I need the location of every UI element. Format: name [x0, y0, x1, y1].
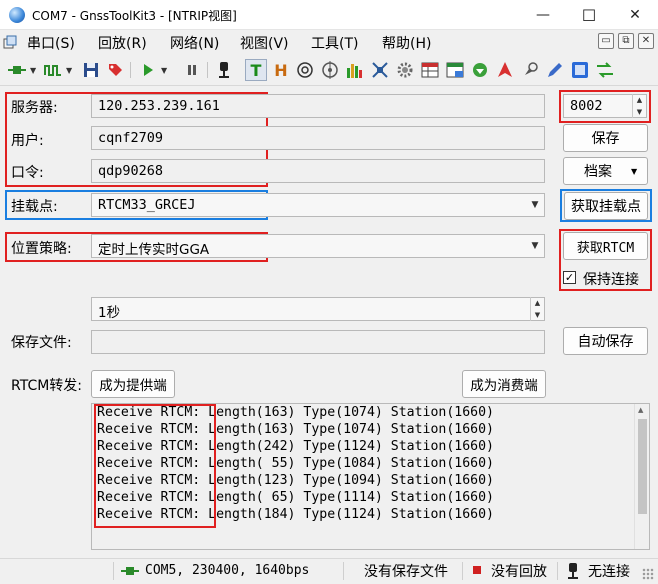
- highlight-receive-rtcm: [94, 404, 216, 528]
- mdi-close-button[interactable]: ✕: [638, 33, 654, 49]
- user-label: 用户:: [11, 133, 44, 149]
- tag-icon[interactable]: [104, 59, 126, 81]
- port-value: 8002: [570, 98, 603, 114]
- grid-icon[interactable]: [444, 59, 466, 81]
- status-connection: 无连接: [588, 564, 630, 580]
- swap-icon[interactable]: [594, 59, 616, 81]
- status-playback: 没有回放: [491, 564, 547, 580]
- menu-serial[interactable]: 串口(S): [27, 33, 75, 53]
- status-separator: [557, 562, 558, 580]
- archive-button-label: 档案: [584, 164, 612, 180]
- spin-up-icon[interactable]: ▲: [633, 94, 646, 106]
- satellite-icon[interactable]: [369, 59, 391, 81]
- get-rtcm-button[interactable]: 获取RTCM: [563, 232, 648, 260]
- menu-help[interactable]: 帮助(H): [382, 33, 431, 53]
- interval-input[interactable]: 1秒: [91, 297, 545, 321]
- status-separator: [113, 562, 114, 580]
- serial-connect-icon: [121, 564, 139, 582]
- server-input[interactable]: 120.253.239.161: [91, 94, 545, 118]
- chevron-down-icon[interactable]: ▼: [30, 66, 36, 75]
- chevron-down-icon[interactable]: ▼: [161, 66, 167, 75]
- arrow-up-icon[interactable]: [494, 59, 516, 81]
- keep-connection-label[interactable]: 保持连接: [583, 269, 639, 289]
- target-icon[interactable]: [294, 59, 316, 81]
- serial-connect-icon[interactable]: [6, 59, 28, 81]
- menu-playback[interactable]: 回放(R): [98, 33, 147, 53]
- antenna-icon[interactable]: [213, 59, 235, 81]
- password-input[interactable]: qdp90268: [91, 159, 545, 183]
- interval-value: 1秒: [98, 305, 121, 321]
- pen-icon[interactable]: [544, 59, 566, 81]
- signal-icon[interactable]: [42, 59, 64, 81]
- archive-button[interactable]: 档案 ▼: [563, 157, 648, 185]
- status-save: 没有保存文件: [364, 564, 448, 580]
- save-file-input[interactable]: [91, 330, 545, 354]
- h-icon[interactable]: H: [270, 59, 292, 81]
- download-icon[interactable]: [469, 59, 491, 81]
- target2-icon[interactable]: [319, 59, 341, 81]
- close-button[interactable]: ✕: [612, 0, 658, 30]
- become-consumer-button[interactable]: 成为消费端: [462, 370, 546, 398]
- position-select[interactable]: 定时上传实时GGA: [91, 234, 545, 258]
- minimize-button[interactable]: —: [520, 0, 566, 30]
- bar-chart-icon[interactable]: [344, 59, 366, 81]
- status-separator: [343, 562, 344, 580]
- mountpoint-select[interactable]: RTCM33_GRCEJ: [91, 193, 545, 217]
- status-bar: [0, 558, 658, 584]
- menu-tools[interactable]: 工具(T): [311, 33, 358, 53]
- rtcm-forward-label: RTCM转发:: [11, 378, 83, 394]
- position-label: 位置策略:: [11, 241, 72, 257]
- maximize-button[interactable]: ☐: [566, 0, 612, 30]
- chevron-down-icon[interactable]: ▼: [528, 200, 542, 210]
- auto-save-button[interactable]: 自动保存: [563, 327, 648, 355]
- port-spinner[interactable]: ▲ ▼: [632, 94, 646, 118]
- mountpoint-value: RTCM33_GRCEJ: [98, 197, 196, 213]
- save-icon[interactable]: [80, 59, 102, 81]
- window-title: COM7 - GnssToolKit3 - [NTRIP视图]: [32, 9, 237, 23]
- spin-down-icon[interactable]: ▼: [531, 309, 544, 321]
- chevron-down-icon[interactable]: ▼: [528, 241, 542, 251]
- pps-icon[interactable]: [569, 59, 591, 81]
- antenna-icon: [566, 562, 580, 584]
- save-file-label: 保存文件:: [11, 335, 72, 351]
- chevron-down-icon[interactable]: ▼: [66, 66, 72, 75]
- password-label: 口令:: [11, 165, 44, 181]
- table-icon[interactable]: [419, 59, 441, 81]
- become-provider-button[interactable]: 成为提供端: [91, 370, 175, 398]
- menu-view[interactable]: 视图(V): [240, 33, 289, 53]
- server-label: 服务器:: [11, 100, 58, 116]
- save-button[interactable]: 保存: [563, 124, 648, 152]
- t-icon[interactable]: T: [245, 59, 267, 81]
- mountpoint-label: 挂载点:: [11, 199, 58, 215]
- play-icon[interactable]: [137, 59, 159, 81]
- toolbar-separator: [207, 62, 208, 78]
- mdi-restore-button[interactable]: ⧉: [618, 33, 634, 49]
- menu-network[interactable]: 网络(N): [170, 33, 219, 53]
- log-scrollbar[interactable]: ▲: [634, 404, 649, 549]
- get-mountpoints-button[interactable]: 获取挂载点: [564, 192, 648, 220]
- scroll-thumb[interactable]: [638, 419, 647, 514]
- checkmark-icon: ✓: [564, 271, 575, 284]
- rtcm-log[interactable]: Receive RTCM: Length(163) Type(1074) Sta…: [91, 403, 650, 550]
- interval-spinner[interactable]: ▲ ▼: [530, 297, 544, 321]
- keep-connection-checkbox[interactable]: ✓: [563, 271, 576, 284]
- spin-down-icon[interactable]: ▼: [633, 106, 646, 118]
- position-value: 定时上传实时GGA: [98, 242, 210, 258]
- pause-icon[interactable]: [181, 59, 203, 81]
- document-icon[interactable]: [3, 35, 17, 49]
- app-icon: [9, 7, 25, 23]
- toolbar-separator: [130, 62, 131, 78]
- resize-grip-icon[interactable]: [642, 568, 654, 580]
- pin-icon[interactable]: [519, 59, 541, 81]
- status-port: COM5, 230400, 1640bps: [145, 563, 310, 578]
- mdi-minimize-button[interactable]: ▭: [598, 33, 614, 49]
- gear-icon[interactable]: [394, 59, 416, 81]
- chevron-down-icon: ▼: [631, 167, 638, 176]
- status-separator: [462, 562, 463, 580]
- scroll-up-icon[interactable]: ▲: [638, 406, 643, 414]
- spin-up-icon[interactable]: ▲: [531, 297, 544, 309]
- stop-icon: [473, 566, 481, 574]
- user-input[interactable]: cqnf2709: [91, 126, 545, 150]
